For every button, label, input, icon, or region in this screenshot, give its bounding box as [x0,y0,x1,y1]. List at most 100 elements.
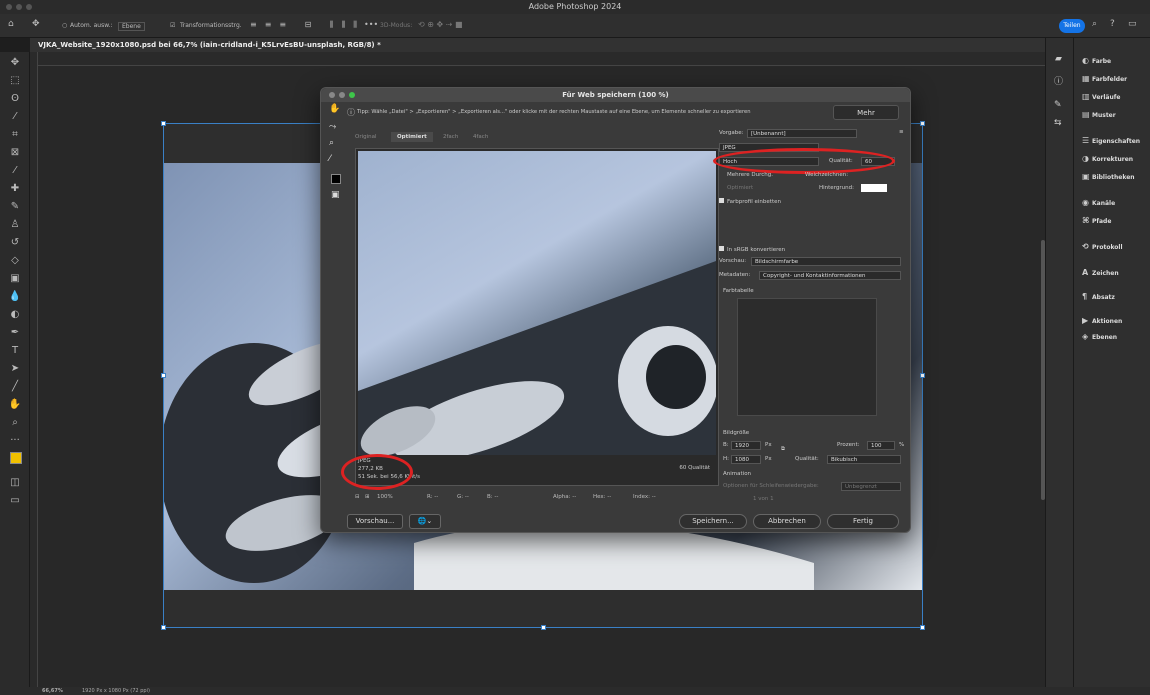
preset-menu-icon[interactable]: ≡ [899,129,904,135]
panel-paragraph[interactable]: ¶ Absatz [1082,292,1115,301]
panel-actions[interactable]: ▶ Aktionen [1082,316,1122,325]
color-table[interactable] [737,298,877,416]
transform-handle[interactable] [920,625,925,630]
info-icon[interactable]: ⓘ [1054,74,1063,87]
transform-handle[interactable] [161,373,166,378]
zoom-tool-icon[interactable]: ⌕ [329,138,334,148]
optimized-preview[interactable]: JPEG 277,2 KB 51 Sek. bei 56,6 Kbit/s 60… [355,148,719,486]
quick-select-tool-icon[interactable]: ⁄ [6,110,24,124]
progressive-checkbox-label[interactable]: Mehrere Durchg. [727,172,773,178]
marquee-tool-icon[interactable]: ⬚ [6,74,24,88]
blur-tool-icon[interactable]: 💧 [6,290,24,304]
gradient-tool-icon[interactable]: ▣ [6,272,24,286]
tab-original[interactable]: Original [355,132,377,142]
home-icon[interactable]: ⌂ [8,19,14,29]
workspace-icon[interactable]: ▭ [1128,19,1137,29]
path-select-tool-icon[interactable]: ➤ [6,362,24,376]
brush-settings-icon[interactable]: ✎ [1054,100,1062,110]
more-tools-icon[interactable]: ··· [6,434,24,448]
panel-patterns[interactable]: ▤ Muster [1082,110,1116,119]
zoom-plus-icon[interactable]: ⊞ [365,494,370,500]
adjust-icon[interactable]: ⇆ [1054,118,1062,128]
preview-zoom[interactable]: 100% [377,494,393,500]
embed-profile-checkbox[interactable]: Farbprofil einbetten [719,198,781,205]
height-input[interactable]: 1080 [731,455,761,464]
brush-tool-icon[interactable]: ✎ [6,200,24,214]
hand-tool-icon[interactable]: ✋ [329,104,340,114]
tab-2up[interactable]: 2fach [443,132,458,142]
search-icon[interactable]: ⌕ [1092,19,1097,29]
stamp-tool-icon[interactable]: ♙ [6,218,24,232]
history-brush-tool-icon[interactable]: ↺ [6,236,24,250]
help-icon[interactable]: ? [1110,19,1115,29]
crop-tool-icon[interactable]: ⌗ [6,128,24,142]
dialog-zoom-button[interactable] [349,92,355,98]
dialog-minimize-button[interactable] [339,92,345,98]
transform-handle[interactable] [541,625,546,630]
convert-srgb-checkbox[interactable]: In sRGB konvertieren [719,246,785,253]
dialog-close-button[interactable] [329,92,335,98]
eyedropper-color-swatch[interactable] [331,174,341,184]
optimized-checkbox-label[interactable]: Optimiert [727,185,753,191]
preset-dropdown[interactable]: [Unbenannt] [747,129,857,138]
transform-handle[interactable] [920,121,925,126]
move-tool-icon[interactable]: ✥ [6,56,24,70]
line-tool-icon[interactable]: ╱ [6,380,24,394]
transform-handle[interactable] [920,373,925,378]
auto-select-checkbox[interactable]: ○ [62,22,67,29]
metadata-dropdown[interactable]: Copyright- und Kontaktinformationen [759,271,901,280]
move-tool-icon[interactable]: ✥ [32,19,40,29]
tab-4up[interactable]: 4fach [473,132,488,142]
panel-paths[interactable]: ⌘ Pfade [1082,216,1111,225]
document-tab[interactable]: VJKA_Website_1920x1080.psd bei 66,7% (ia… [38,38,381,52]
frame-tool-icon[interactable]: ⊠ [6,146,24,160]
dodge-tool-icon[interactable]: ◐ [6,308,24,322]
comments-icon[interactable]: ▰ [1055,54,1062,64]
preview-button[interactable]: Vorschau... [347,514,403,529]
panel-character[interactable]: A Zeichen [1082,268,1119,277]
panel-color[interactable]: ◐ Farbe [1082,56,1111,65]
transform-handle[interactable] [161,625,166,630]
eraser-tool-icon[interactable]: ◇ [6,254,24,268]
slice-select-tool-icon[interactable]: ⤳ [329,122,336,132]
link-icon[interactable]: ⧉ [781,446,785,453]
type-tool-icon[interactable]: T [6,344,24,358]
layer-select-dropdown[interactable]: Ebene [118,22,145,31]
panel-adjustments[interactable]: ◑ Korrekturen [1082,154,1133,163]
transform-controls-checkbox[interactable]: ☑ [170,22,175,29]
tab-optimized[interactable]: Optimiert [391,132,433,142]
document-size[interactable]: 1920 Px x 1080 Px (72 ppi) [82,687,150,695]
browser-select-icon[interactable]: 🌐⌄ [409,514,441,529]
healing-tool-icon[interactable]: ✚ [6,182,24,196]
toggle-slices-icon[interactable]: ▣ [331,190,340,200]
panel-properties[interactable]: ☰ Eigenschaften [1082,136,1140,145]
eyedropper-tool-icon[interactable]: ⁄ [6,164,24,178]
zoom-level[interactable]: 66,67% [42,687,63,695]
lasso-tool-icon[interactable]: ʘ [6,92,24,106]
zoom-minus-icon[interactable]: ⊟ [355,494,360,500]
loop-dropdown[interactable]: Unbegrenzt [841,482,901,491]
percent-input[interactable]: 100 [867,441,895,450]
align-icons[interactable]: ≡≡≡ ⊟ ⫼⫼⫼ [250,20,365,30]
panel-channels[interactable]: ◉ Kanäle [1082,198,1115,207]
transform-handle[interactable] [161,121,166,126]
more-options-icon[interactable]: ••• [364,20,378,29]
resample-dropdown[interactable]: Bikubisch [827,455,901,464]
3d-tools-icons[interactable]: ⟲ ⊕ ✥ ⇢ ■ [418,20,463,29]
panel-swatches[interactable]: ▦ Farbfelder [1082,74,1127,83]
preview-mode-dropdown[interactable]: Bildschirmfarbe [751,257,901,266]
zoom-tool-icon[interactable]: ⌕ [6,416,24,430]
quick-mask-icon[interactable]: ◫ [6,476,24,490]
panel-libraries[interactable]: ▣ Bibliotheken [1082,172,1135,181]
panel-layers[interactable]: ◈ Ebenen [1082,332,1117,341]
panel-history[interactable]: ⟲ Protokoll [1082,242,1123,251]
foreground-color-swatch[interactable] [10,452,22,464]
matte-color-swatch[interactable] [861,184,887,192]
hand-tool-icon[interactable]: ✋ [6,398,24,412]
panel-gradients[interactable]: ▥ Verläufe [1082,92,1120,101]
more-button[interactable]: Mehr [833,105,899,120]
width-input[interactable]: 1920 [731,441,761,450]
pen-tool-icon[interactable]: ✒ [6,326,24,340]
eyedropper-tool-icon[interactable]: ⁄ [329,154,331,164]
share-button[interactable]: Teilen [1059,19,1085,33]
